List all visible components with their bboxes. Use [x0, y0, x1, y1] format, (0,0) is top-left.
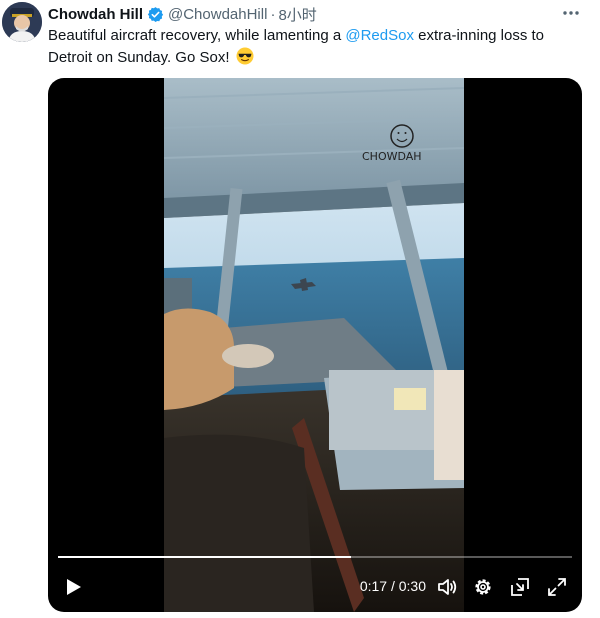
tweet-text: Beautiful aircraft recovery, while lamen… [48, 25, 588, 69]
fullscreen-icon[interactable] [546, 576, 568, 598]
sunglasses-emoji-icon [236, 47, 254, 65]
time-separator: / [387, 578, 399, 594]
duration: 0:30 [398, 578, 426, 594]
tweet-timestamp[interactable]: 8小时 [278, 4, 316, 25]
verified-badge-icon [147, 6, 164, 23]
volume-icon[interactable] [436, 576, 458, 598]
separator-dot: · [270, 5, 276, 23]
progress-bar[interactable] [58, 556, 572, 558]
video-controls: 0:17 / 0:30 [48, 564, 582, 612]
more-options-icon[interactable] [560, 4, 582, 22]
current-time: 0:17 [359, 578, 388, 594]
settings-icon[interactable] [472, 576, 494, 598]
author-handle[interactable]: @ChowdahHill [168, 6, 267, 23]
progress-fill [58, 556, 351, 558]
video-player[interactable]: CHOWDAH 0:17 / 0:30 [48, 78, 582, 612]
sketch-caption: CHOWDAH [362, 150, 422, 163]
video-frame[interactable]: CHOWDAH [164, 78, 464, 612]
pip-icon[interactable] [509, 576, 531, 598]
play-icon[interactable] [62, 576, 84, 598]
author-name[interactable]: Chowdah Hill [48, 6, 143, 23]
tweet-text-part: Beautiful aircraft recovery, while lamen… [48, 27, 346, 44]
tweet-header: Chowdah Hill @ChowdahHill · 8小时 [48, 4, 590, 24]
time-display: 0:17 / 0:30 [360, 578, 426, 594]
avatar[interactable] [2, 2, 42, 42]
mention-link[interactable]: @RedSox [345, 27, 414, 44]
